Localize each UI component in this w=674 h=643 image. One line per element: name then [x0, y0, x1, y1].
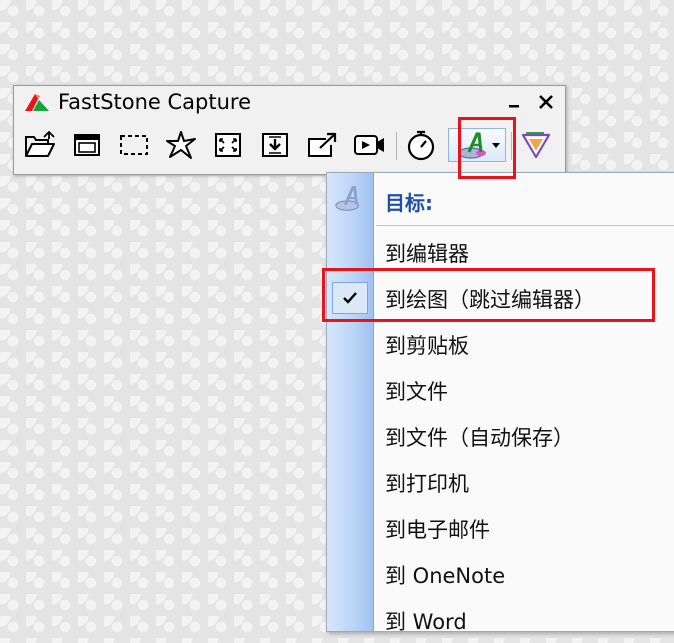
delay-timer-button[interactable]: [403, 128, 439, 162]
menu-header-label: 目标:: [385, 191, 433, 215]
menu-item-to-clipboard[interactable]: 到剪贴板: [327, 321, 674, 367]
capture-rectangle-button[interactable]: [116, 128, 152, 162]
minimize-button[interactable]: [502, 90, 526, 114]
menu-item-label: 到电子邮件: [385, 518, 490, 542]
menu-item-label: 到文件（自动保存）: [385, 426, 574, 450]
open-file-button[interactable]: [22, 128, 58, 162]
capture-rectangle-icon: [120, 135, 148, 155]
capture-fullscreen-icon: [215, 133, 241, 157]
delay-timer-icon: [407, 130, 435, 161]
menu-item-to-paint[interactable]: 到绘图（跳过编辑器）: [327, 275, 674, 321]
menu-header: 目标:: [327, 173, 674, 225]
output-destination-dropdown[interactable]: [448, 128, 506, 162]
checkmark-box: [332, 282, 368, 314]
output-destination-icon: [458, 132, 486, 159]
menu-item-label: 到打印机: [385, 472, 469, 496]
menu-item-to-file-autosave[interactable]: 到文件（自动保存）: [327, 413, 674, 459]
settings-menu-icon: [521, 132, 551, 159]
close-icon: [539, 95, 553, 109]
capture-scrolling-button[interactable]: [257, 128, 293, 162]
menu-item-to-word[interactable]: 到 Word: [327, 597, 674, 643]
capture-toolbar: [14, 124, 565, 168]
menu-item-to-email[interactable]: 到电子邮件: [327, 505, 674, 551]
menu-item-label: 到 Word: [385, 610, 467, 634]
capture-window-button[interactable]: [69, 128, 105, 162]
menu-item-label: 到编辑器: [385, 242, 469, 266]
toolbar-separator: [396, 132, 397, 160]
title-bar[interactable]: FastStone Capture: [14, 86, 565, 120]
output-destination-icon: [335, 186, 360, 211]
menu-item-label: 到 OneNote: [385, 564, 506, 588]
chevron-down-icon: [492, 143, 500, 148]
capture-scrolling-icon: [262, 133, 288, 157]
checkmark-icon: [343, 292, 357, 304]
capture-freehand-button[interactable]: [163, 128, 199, 162]
capture-freehand-icon: [166, 131, 196, 159]
settings-menu-button[interactable]: [518, 128, 554, 162]
screen-recorder-icon: [354, 135, 384, 155]
menu-item-to-printer[interactable]: 到打印机: [327, 459, 674, 505]
faststone-logo-icon: [25, 94, 49, 111]
minimize-icon: [509, 105, 519, 108]
capture-fixed-region-icon: [308, 132, 337, 157]
output-destination-menu: 目标: 到编辑器 到绘图（跳过编辑器） 到剪贴板 到文件 到文件（自动保存） 到…: [326, 172, 674, 634]
menu-item-label: 到剪贴板: [385, 334, 469, 358]
menu-item-label: 到文件: [385, 380, 448, 404]
toolbar-separator: [511, 132, 512, 160]
capture-fixed-region-button[interactable]: [304, 128, 340, 162]
open-folder-icon: [25, 131, 55, 157]
menu-divider: [376, 225, 674, 226]
close-button[interactable]: [534, 90, 558, 114]
menu-item-to-editor[interactable]: 到编辑器: [327, 229, 674, 275]
capture-window-icon: [74, 134, 100, 156]
menu-item-to-file[interactable]: 到文件: [327, 367, 674, 413]
screen-recorder-button[interactable]: [352, 128, 388, 162]
menu-item-label: 到绘图（跳过编辑器）: [385, 288, 595, 312]
faststone-capture-window: FastStone Capture: [13, 85, 566, 175]
menu-item-to-onenote[interactable]: 到 OneNote: [327, 551, 674, 597]
capture-fullscreen-button[interactable]: [210, 128, 246, 162]
window-title: FastStone Capture: [58, 90, 252, 114]
